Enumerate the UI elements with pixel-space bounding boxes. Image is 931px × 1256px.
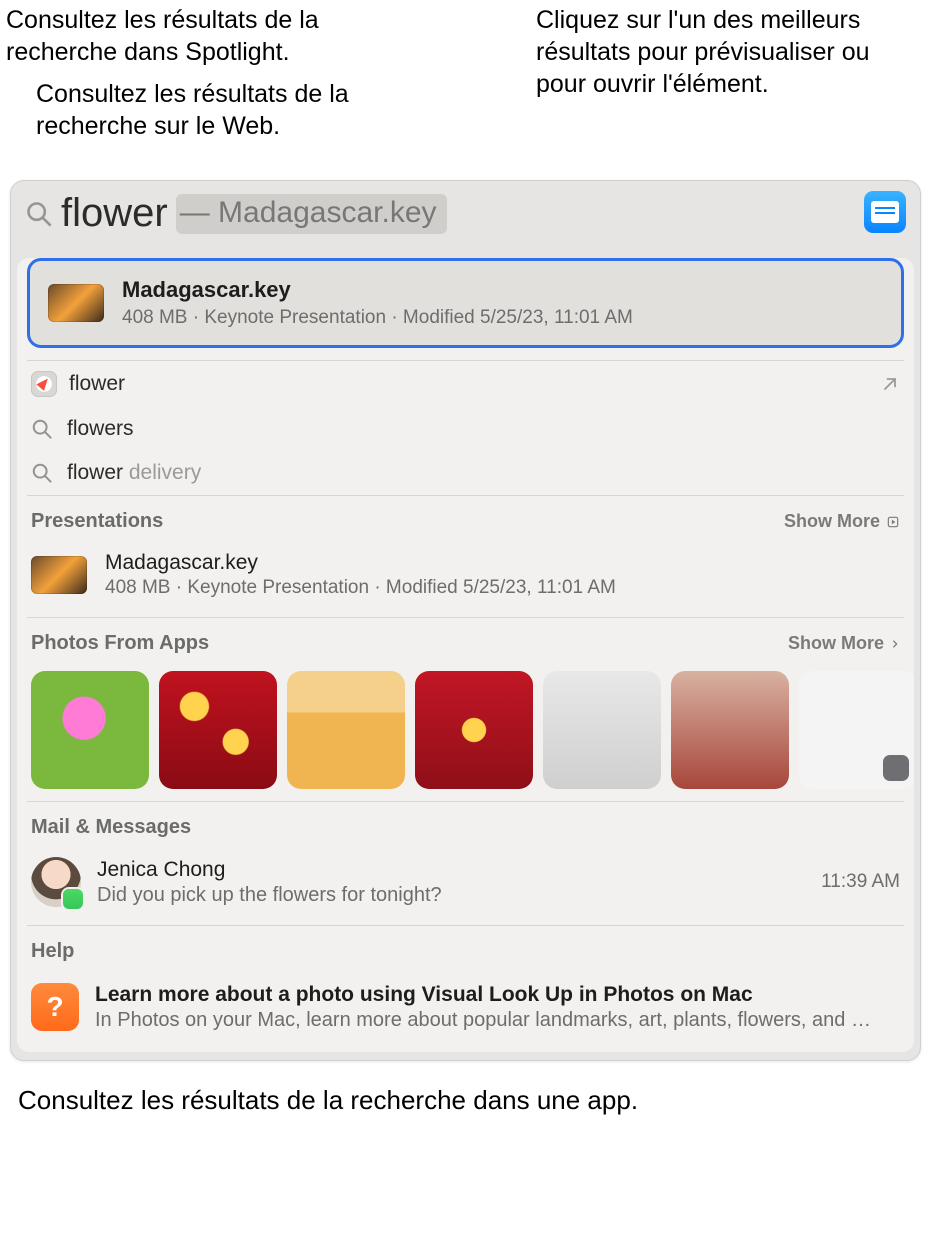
photo-thumb[interactable] [799,671,914,789]
section-header-presentations: Presentations Show More [17,496,914,541]
show-more-photos[interactable]: Show More [788,633,900,654]
results-body: Madagascar.key 408 MB · Keynote Presenta… [17,258,914,1052]
section-header-photos: Photos From Apps Show More [17,618,914,663]
section-title: Photos From Apps [31,632,209,655]
completion-dash: — [180,196,218,229]
photos-strip [17,663,914,801]
help-title: Learn more about a photo using Visual Lo… [95,983,875,1007]
message-time: 11:39 AM [821,871,900,893]
web-suggestion-safari[interactable]: flower [17,361,914,407]
presentation-subtitle: 408 MB · Keynote Presentation · Modified… [105,577,616,599]
open-external-icon [880,374,900,394]
help-subtitle: In Photos on your Mac, learn more about … [95,1009,875,1032]
web-suggestion-flower-delivery[interactable]: flower delivery [17,451,914,495]
search-icon [31,418,53,440]
help-icon: ? [31,983,79,1031]
messages-app-badge-icon [63,889,83,909]
section-header-help: Help [17,926,914,971]
show-more-presentations[interactable]: Show More [784,511,900,532]
section-header-mail: Mail & Messages [17,802,914,847]
top-hit-result[interactable]: Madagascar.key 408 MB · Keynote Presenta… [27,258,904,348]
suggestion-main: flower [67,461,129,484]
keynote-app-icon[interactable] [864,191,906,233]
photo-thumb[interactable] [159,671,277,789]
callouts-top: Consultez les résultats de la recherche … [0,0,931,180]
search-bar[interactable]: flower — Madagascar.key [11,181,920,250]
top-hit-title: Madagascar.key [122,277,633,303]
message-preview: Did you pick up the flowers for tonight? [97,884,442,907]
presentation-title: Madagascar.key [105,551,616,575]
keynote-thumb-icon [31,556,87,594]
section-title: Presentations [31,510,163,533]
callout-web-results: Consultez les résultats de la recherche … [36,78,456,142]
suggestion-label: flowers [67,417,134,441]
message-result[interactable]: Jenica Chong Did you pick up the flowers… [17,847,914,925]
photo-thumb[interactable] [671,671,789,789]
suggestion-label: flower [69,372,125,396]
callout-app-results: Consultez les résultats de la recherche … [0,1071,931,1136]
section-title: Mail & Messages [31,816,191,839]
completion-text: Madagascar.key [218,196,436,229]
photo-thumb[interactable] [415,671,533,789]
photo-thumb[interactable] [31,671,149,789]
keynote-thumb-icon [48,284,104,322]
section-title: Help [31,940,74,963]
top-hit-subtitle: 408 MB · Keynote Presentation · Modified… [122,307,633,329]
suggestion-suffix: delivery [129,461,201,484]
search-icon [31,462,53,484]
show-more-label: Show More [784,511,880,532]
search-completion-chip: — Madagascar.key [176,194,447,234]
web-suggestion-flowers[interactable]: flowers [17,407,914,451]
suggestion-label: flower delivery [67,461,201,485]
help-result[interactable]: ? Learn more about a photo using Visual … [17,971,914,1050]
safari-icon [31,371,57,397]
spotlight-window: flower — Madagascar.key Madagascar.key 4… [10,180,921,1061]
callout-spotlight-results: Consultez les résultats de la recherche … [6,4,426,68]
photo-thumb[interactable] [287,671,405,789]
photo-thumb[interactable] [543,671,661,789]
search-query-text: flower [61,191,168,236]
presentation-result[interactable]: Madagascar.key 408 MB · Keynote Presenta… [17,541,914,617]
search-icon [25,200,53,228]
callout-click-top-hit: Cliquez sur l'un des meilleurs résultats… [536,4,916,100]
contact-avatar [31,857,81,907]
message-sender: Jenica Chong [97,858,442,882]
show-more-label: Show More [788,633,884,654]
